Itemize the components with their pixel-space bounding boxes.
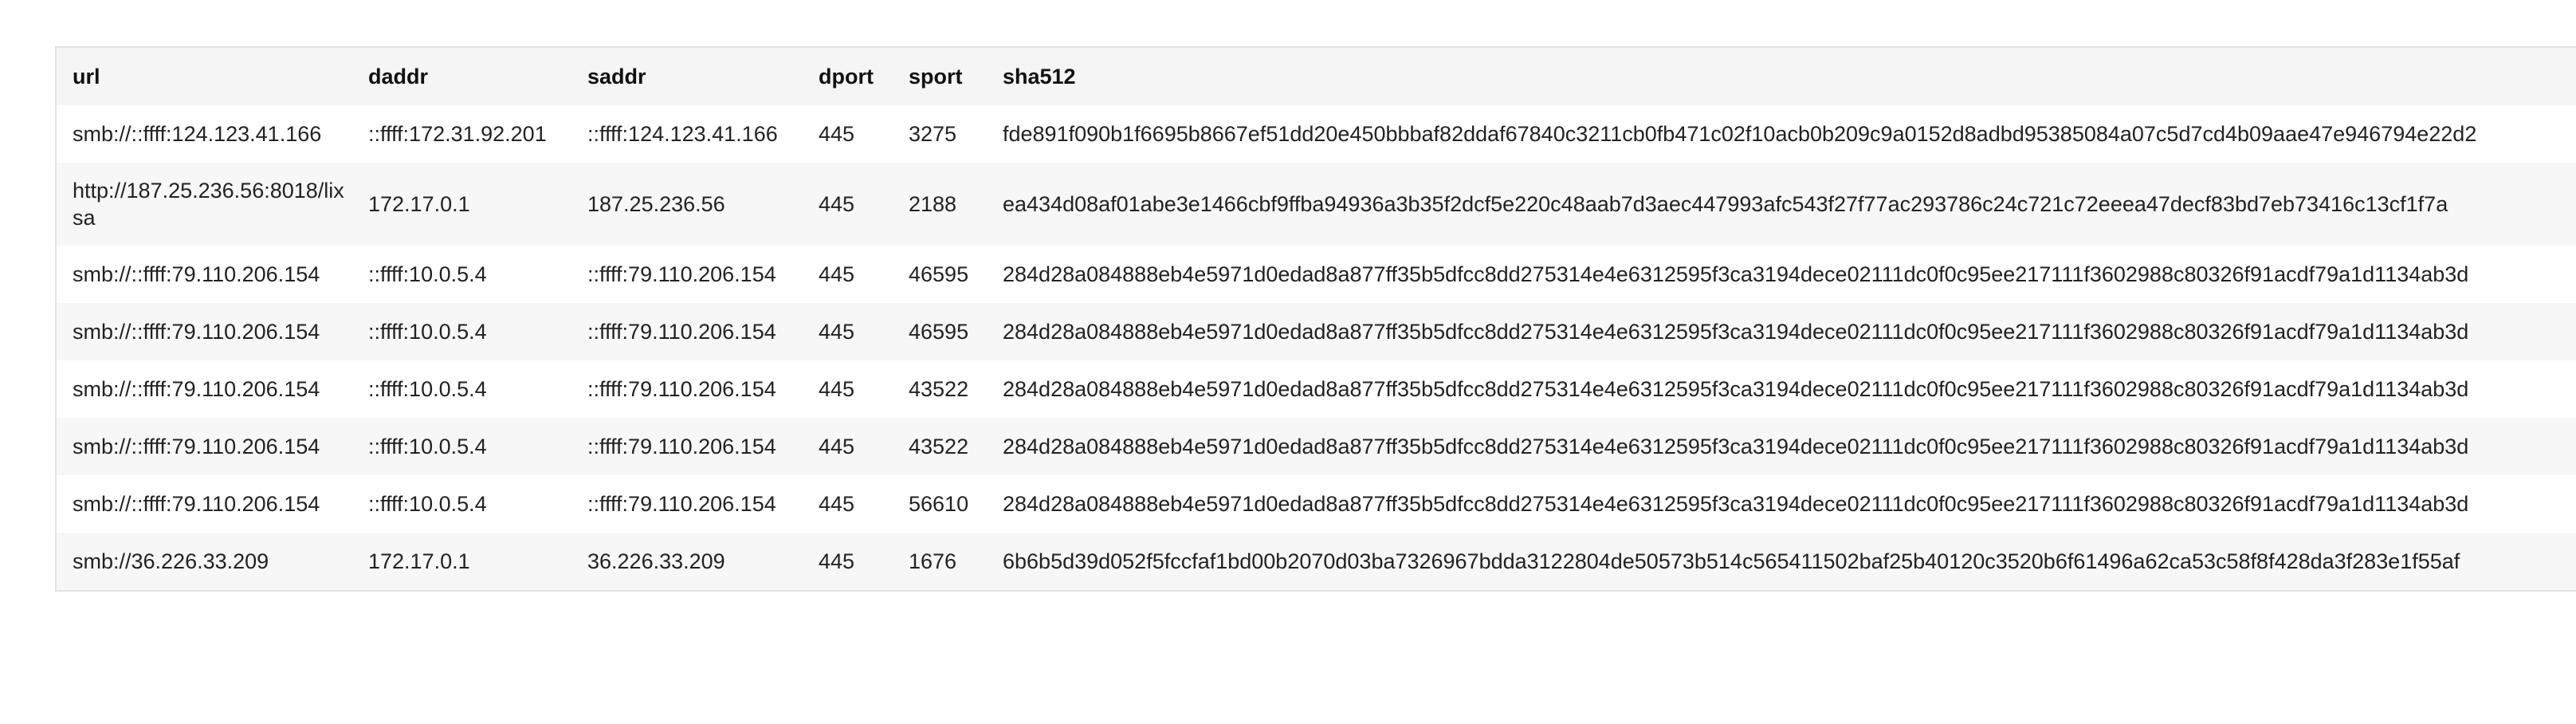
cell-saddr: ::ffff:79.110.206.154 (587, 262, 776, 286)
table-row: smb://::ffff:79.110.206.154 ::ffff:10.0.… (57, 360, 2576, 418)
cell-sport: 46595 (909, 262, 969, 286)
cell-url: smb://36.226.33.209 (73, 549, 269, 573)
table-row: http://187.25.236.56:8018/lixsa 172.17.0… (57, 163, 2576, 246)
cell-url: smb://::ffff:79.110.206.154 (73, 319, 320, 344)
cell-dport: 445 (819, 319, 855, 344)
column-header-dport: dport (819, 64, 874, 89)
cell-url: smb://::ffff:79.110.206.154 (73, 491, 320, 516)
table-row: smb://::ffff:79.110.206.154 ::ffff:10.0.… (57, 303, 2576, 360)
cell-url: http://187.25.236.56:8018/lixsa (73, 179, 344, 230)
cell-sha512: 284d28a084888eb4e5971d0edad8a877ff35b5df… (1003, 491, 2469, 516)
cell-sha512: fde891f090b1f6695b8667ef51dd20e450bbbaf8… (1003, 121, 2477, 146)
cell-sha512: ea434d08af01abe3e1466cbf9ffba94936a3b35f… (1003, 191, 2448, 216)
cell-sport: 1676 (909, 549, 957, 573)
cell-sha512: 284d28a084888eb4e5971d0edad8a877ff35b5df… (1003, 376, 2469, 401)
cell-saddr: ::ffff:79.110.206.154 (587, 491, 776, 516)
column-header-saddr: saddr (587, 64, 646, 89)
cell-daddr: 172.17.0.1 (368, 549, 470, 573)
cell-daddr: ::ffff:172.31.92.201 (368, 121, 547, 146)
cell-saddr: ::ffff:79.110.206.154 (587, 319, 776, 344)
results-table-container: url daddr saddr dport sport sha512 smb:/… (55, 46, 2576, 592)
cell-daddr: ::ffff:10.0.5.4 (368, 491, 487, 516)
cell-saddr: ::ffff:124.123.41.166 (587, 121, 778, 146)
cell-daddr: ::ffff:10.0.5.4 (368, 319, 487, 344)
cell-dport: 445 (819, 549, 855, 573)
cell-sha512: 6b6b5d39d052f5fccfaf1bd00b2070d03ba73269… (1003, 549, 2460, 573)
table-row: smb://::ffff:79.110.206.154 ::ffff:10.0.… (57, 418, 2576, 475)
cell-dport: 445 (819, 262, 855, 286)
cell-url: smb://::ffff:79.110.206.154 (73, 262, 320, 286)
cell-sport: 43522 (909, 376, 969, 401)
cell-daddr: ::ffff:10.0.5.4 (368, 376, 487, 401)
table-row: smb://36.226.33.209 172.17.0.1 36.226.33… (57, 533, 2576, 590)
cell-url: smb://::ffff:79.110.206.154 (73, 434, 320, 458)
column-header-sha512: sha512 (1003, 64, 1076, 89)
cell-dport: 445 (819, 376, 855, 401)
cell-daddr: 172.17.0.1 (368, 191, 470, 216)
cell-sport: 46595 (909, 319, 969, 344)
cell-sha512: 284d28a084888eb4e5971d0edad8a877ff35b5df… (1003, 319, 2469, 344)
cell-saddr: 187.25.236.56 (587, 191, 725, 216)
cell-dport: 445 (819, 191, 855, 216)
table-row: smb://::ffff:79.110.206.154 ::ffff:10.0.… (57, 246, 2576, 303)
cell-sport: 2188 (909, 191, 957, 216)
column-header-url: url (73, 64, 100, 89)
column-header-sport: sport (909, 64, 963, 89)
column-header-daddr: daddr (368, 64, 429, 89)
results-table: url daddr saddr dport sport sha512 smb:/… (57, 48, 2576, 590)
table-header-row: url daddr saddr dport sport sha512 (57, 48, 2576, 105)
table-row: smb://::ffff:79.110.206.154 ::ffff:10.0.… (57, 475, 2576, 533)
cell-daddr: ::ffff:10.0.5.4 (368, 434, 487, 458)
cell-url: smb://::ffff:79.110.206.154 (73, 376, 320, 401)
cell-dport: 445 (819, 434, 855, 458)
cell-sport: 56610 (909, 491, 969, 516)
cell-sport: 3275 (909, 121, 957, 146)
cell-dport: 445 (819, 121, 855, 146)
cell-sha512: 284d28a084888eb4e5971d0edad8a877ff35b5df… (1003, 434, 2469, 458)
cell-saddr: 36.226.33.209 (587, 549, 725, 573)
cell-daddr: ::ffff:10.0.5.4 (368, 262, 487, 286)
cell-url: smb://::ffff:124.123.41.166 (73, 121, 322, 146)
cell-saddr: ::ffff:79.110.206.154 (587, 434, 776, 458)
cell-saddr: ::ffff:79.110.206.154 (587, 376, 776, 401)
cell-dport: 445 (819, 491, 855, 516)
cell-sport: 43522 (909, 434, 969, 458)
table-row: smb://::ffff:124.123.41.166 ::ffff:172.3… (57, 105, 2576, 163)
cell-sha512: 284d28a084888eb4e5971d0edad8a877ff35b5df… (1003, 262, 2469, 286)
